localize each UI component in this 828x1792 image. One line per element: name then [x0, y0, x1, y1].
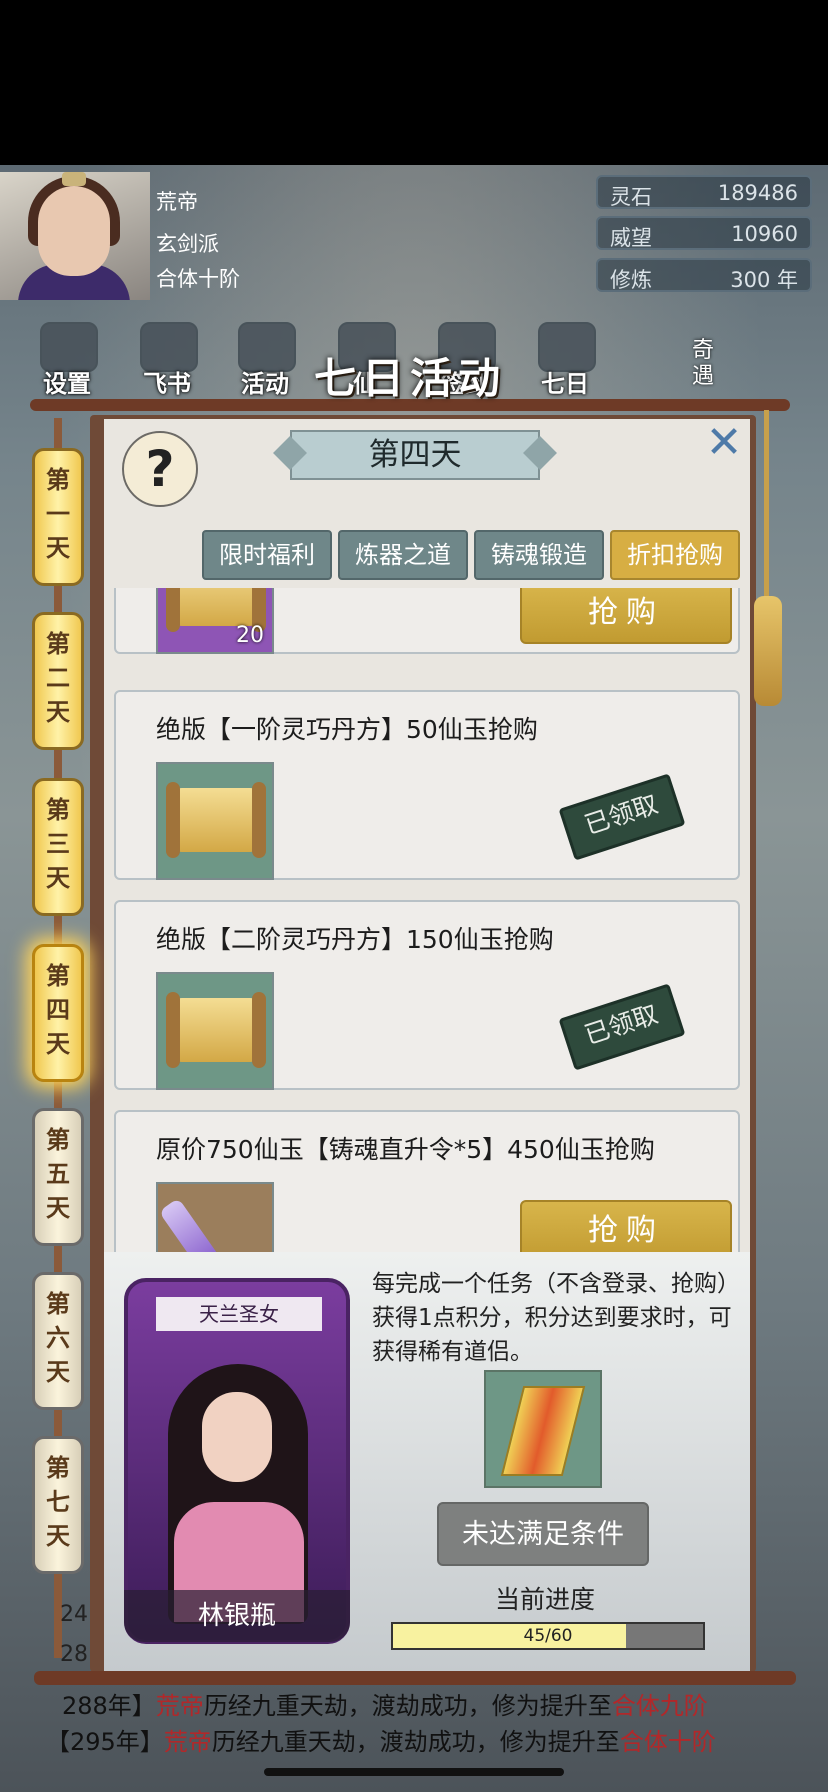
item-slot[interactable] — [156, 972, 274, 1090]
settings-button[interactable]: 设置 — [30, 322, 104, 402]
token-item-icon — [500, 1386, 586, 1476]
condition-not-met-button[interactable]: 未达满足条件 — [437, 1502, 649, 1566]
log-line: 【295年】荒帝历经九重天劫，渡劫成功，修为提升至合体十阶 — [46, 1728, 716, 1756]
sword-item-icon — [158, 1197, 234, 1252]
top-black-band — [0, 0, 828, 165]
item-list[interactable]: 20 抢购 绝版【一阶灵巧丹方】50仙玉抢购 已领取 绝版【二阶灵巧丹方】150… — [104, 588, 750, 1252]
adventure-button[interactable]: 奇遇 — [692, 338, 732, 390]
claimed-stamp: 已领取 — [558, 773, 686, 861]
player-name: 荒帝 — [156, 190, 198, 214]
log-side-number: 28 — [60, 1642, 88, 1667]
stat-prestige: 威望 10960 — [596, 216, 812, 250]
partner-name: 林银瓶 — [124, 1590, 350, 1642]
day-button-6[interactable]: 第六天 — [32, 1272, 84, 1410]
item-title: 绝版【一阶灵巧丹方】50仙玉抢购 — [156, 715, 538, 744]
player-avatar[interactable] — [0, 172, 150, 300]
home-indicator[interactable] — [264, 1768, 564, 1776]
list-item: 20 抢购 — [114, 588, 740, 654]
buy-button[interactable]: 抢购 — [520, 1200, 732, 1252]
day-button-4[interactable]: 第四天 — [32, 944, 84, 1082]
item-slot[interactable]: 20 — [156, 588, 274, 654]
panel-title: 七日活动 — [313, 354, 506, 403]
tab-forging-way[interactable]: 炼器之道 — [338, 530, 468, 580]
item-slot[interactable] — [156, 1182, 274, 1252]
tab-discount-purchase[interactable]: 折扣抢购 — [610, 530, 740, 580]
day-button-3[interactable]: 第三天 — [32, 778, 84, 916]
seven-day-button[interactable]: 七日 — [528, 322, 602, 402]
stat-spirit-stone: 灵石 189486 — [596, 175, 812, 209]
tab-limited-welfare[interactable]: 限时福利 — [202, 530, 332, 580]
scroll-item-icon — [166, 588, 266, 632]
day-banner: 第四天 — [290, 430, 540, 480]
stat-cultivation: 修炼 300 年 — [596, 258, 812, 292]
scroll-bottom-rod — [34, 1671, 796, 1685]
help-button[interactable]: ? — [122, 431, 198, 507]
player-sect: 玄剑派 — [156, 232, 219, 256]
task-description: 每完成一个任务（不含登录、抢购）获得1点积分，积分达到要求时，可获得稀有道侣。 — [372, 1271, 740, 1365]
progress-text: 45/60 — [523, 1626, 573, 1646]
log-line: 288年】荒帝历经九重天劫，渡劫成功，修为提升至合体九阶 — [62, 1692, 708, 1720]
day-button-1[interactable]: 第一天 — [32, 448, 84, 586]
partner-title: 天兰圣女 — [156, 1297, 322, 1331]
day-button-5[interactable]: 第五天 — [32, 1108, 84, 1246]
player-realm: 合体十阶 — [156, 267, 240, 291]
progress-label: 当前进度 — [494, 1585, 595, 1614]
scroll-item-icon — [166, 782, 266, 858]
progress-bar: 45/60 — [391, 1622, 705, 1650]
item-title: 原价750仙玉【铸魂直升令*5】450仙玉抢购 — [156, 1135, 655, 1164]
day-button-2[interactable]: 第二天 — [32, 612, 84, 750]
scroll-item-icon — [166, 992, 266, 1068]
mail-button[interactable]: 飞书 — [130, 322, 204, 402]
reward-slot[interactable] — [484, 1370, 602, 1488]
claimed-stamp: 已领取 — [558, 983, 686, 1071]
close-icon[interactable]: ✕ — [704, 420, 744, 466]
item-count: 20 — [236, 623, 264, 648]
buy-button[interactable]: 抢购 — [520, 588, 732, 644]
list-item: 原价750仙玉【铸魂直升令*5】450仙玉抢购 抢购 — [114, 1110, 740, 1252]
item-title: 绝版【二阶灵巧丹方】150仙玉抢购 — [156, 925, 554, 954]
day-button-7[interactable]: 第七天 — [32, 1436, 84, 1574]
item-slot[interactable] — [156, 762, 274, 880]
list-item: 绝版【二阶灵巧丹方】150仙玉抢购 已领取 — [114, 900, 740, 1090]
log-side-number: 24 — [60, 1602, 88, 1627]
tab-soul-forging[interactable]: 铸魂锻造 — [474, 530, 604, 580]
tassel-ornament — [754, 596, 782, 706]
list-item: 绝版【一阶灵巧丹方】50仙玉抢购 已领取 — [114, 690, 740, 880]
